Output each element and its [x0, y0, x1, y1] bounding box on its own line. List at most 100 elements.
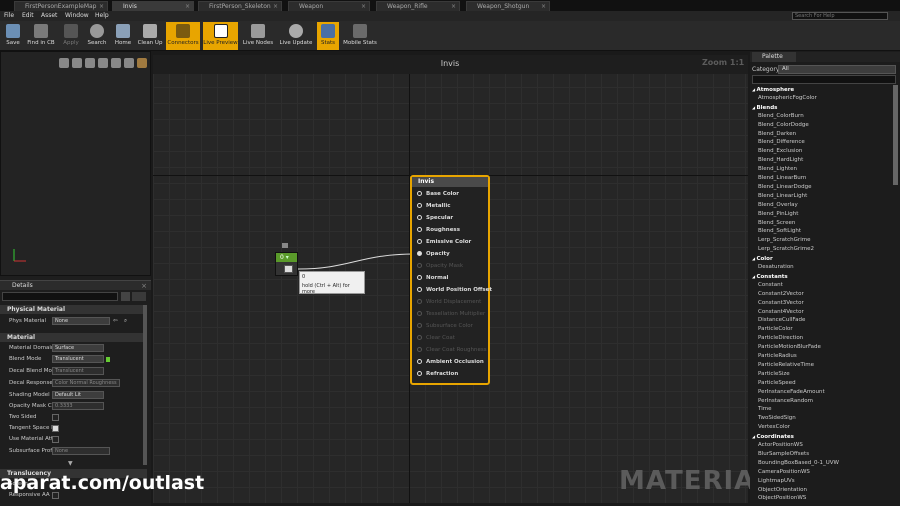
palette-item[interactable]: Blend_Darken: [758, 130, 892, 139]
palette-item[interactable]: ParticleRadius: [758, 352, 892, 361]
palette-item[interactable]: AtmosphericFogColor: [758, 94, 892, 103]
close-icon[interactable]: ×: [361, 2, 366, 11]
stats-toggle[interactable]: Stats: [317, 22, 339, 50]
tab-weapon-shotgun[interactable]: Weapon_Shotgun ×: [466, 1, 550, 11]
palette-item[interactable]: ParticleDirection: [758, 334, 892, 343]
palette-item[interactable]: Blend_ColorDodge: [758, 121, 892, 130]
palette-item[interactable]: ActorPositionWS: [758, 441, 892, 450]
palette-item[interactable]: ObjectPositionWS: [758, 494, 892, 503]
palette-item[interactable]: Constant4Vector4: [758, 308, 892, 317]
subsurface-profile-select[interactable]: None: [52, 447, 110, 455]
tab-weapon[interactable]: Weapon ×: [288, 1, 370, 11]
live-nodes-button[interactable]: Live Nodes: [241, 22, 275, 50]
palette-item[interactable]: LightmapUVs: [758, 477, 892, 486]
close-icon[interactable]: ×: [141, 281, 147, 291]
close-icon[interactable]: ×: [99, 2, 104, 11]
save-button[interactable]: Save: [2, 22, 24, 50]
tab-invis[interactable]: Invis ×: [112, 1, 194, 11]
menu-help[interactable]: Help: [95, 11, 109, 21]
palette-category[interactable]: ◢ Atmosphere: [752, 85, 892, 94]
palette-category[interactable]: ◢ Coordinates: [752, 432, 892, 441]
search-button[interactable]: Search: [86, 22, 108, 50]
find-in-cb-button[interactable]: Find in CB: [26, 22, 56, 50]
palette-tab[interactable]: Palette: [752, 52, 796, 62]
arrow-left-icon[interactable]: ⇦: [113, 316, 118, 327]
live-preview-toggle[interactable]: Live Preview: [203, 22, 238, 50]
details-tab[interactable]: Details ×: [0, 280, 151, 290]
pin-refraction[interactable]: Refraction: [417, 371, 458, 377]
close-icon[interactable]: ×: [185, 2, 190, 11]
palette-item[interactable]: BoundingBoxBased_0-1_UVW: [758, 459, 892, 468]
palette-item[interactable]: VertexColor: [758, 423, 892, 432]
palette-item[interactable]: ParticleSpeed: [758, 379, 892, 388]
help-search-input[interactable]: Search For Help: [792, 12, 888, 20]
pin-opacity-mask[interactable]: Opacity Mask: [417, 263, 463, 269]
cylinder-icon[interactable]: [59, 58, 69, 68]
search-icon[interactable]: ⌕: [124, 316, 127, 327]
shading-model-select[interactable]: Default Lit: [52, 391, 104, 399]
palette-item[interactable]: Blend_Overlay: [758, 201, 892, 210]
sphere-icon[interactable]: [72, 58, 82, 68]
material-preview-viewport[interactable]: [0, 51, 151, 276]
phys-material-select[interactable]: None: [52, 317, 110, 325]
blend-mode-select[interactable]: Translucent: [52, 355, 104, 363]
palette-item[interactable]: Blend_Lighten: [758, 165, 892, 174]
use-material-attributes-checkbox[interactable]: [52, 436, 59, 443]
palette-item[interactable]: Lerp_ScratchGrime: [758, 236, 892, 245]
mobile-stats-button[interactable]: Mobile Stats: [342, 22, 378, 50]
palette-item[interactable]: PerInstanceRandom: [758, 397, 892, 406]
eye-icon[interactable]: [132, 292, 146, 301]
pin-world-displacement[interactable]: World Displacement: [417, 299, 481, 305]
palette-item[interactable]: Constant3Vector3: [758, 299, 892, 308]
menu-file[interactable]: File: [4, 11, 14, 21]
palette-search-input[interactable]: [752, 75, 896, 84]
material-result-node[interactable]: Invis Base Color Metallic Specular Rough…: [410, 175, 492, 385]
palette-category[interactable]: ◢ Constants: [752, 272, 892, 281]
physical-material-section[interactable]: Physical Material: [0, 305, 147, 314]
palette-item[interactable]: Blend_SoftLight: [758, 227, 892, 236]
palette-item[interactable]: ParticleMotionBlurFade: [758, 343, 892, 352]
apply-button[interactable]: Apply: [59, 22, 83, 50]
pin-ambient-occlusion[interactable]: Ambient Occlusion: [417, 359, 484, 365]
mesh-icon[interactable]: [111, 58, 121, 68]
menu-asset[interactable]: Asset: [41, 11, 57, 21]
realtime-icon[interactable]: [137, 58, 147, 68]
palette-item[interactable]: Blend_HardLight: [758, 156, 892, 165]
live-update-button[interactable]: Live Update: [278, 22, 314, 50]
pin-subsurface-color[interactable]: Subsurface Color: [417, 323, 473, 329]
connectors-toggle[interactable]: Connectors: [166, 22, 200, 50]
palette-item[interactable]: ParticleSize: [758, 370, 892, 379]
close-icon[interactable]: ×: [273, 2, 278, 11]
palette-item[interactable]: Lerp_ScratchGrime2: [758, 245, 892, 254]
details-search-input[interactable]: [2, 292, 118, 301]
pin-world-position-offset[interactable]: World Position Offset: [417, 287, 492, 293]
pin-metallic[interactable]: Metallic: [417, 203, 450, 209]
palette-item[interactable]: ParticleColor: [758, 325, 892, 334]
tab-skeleton[interactable]: FirstPerson_Skeleton ×: [198, 1, 282, 11]
palette-item[interactable]: Blend_Screen: [758, 219, 892, 228]
palette-item[interactable]: Blend_Difference: [758, 138, 892, 147]
palette-item[interactable]: Blend_Exclusion: [758, 147, 892, 156]
expand-arrow-icon[interactable]: ▼: [68, 460, 73, 467]
reset-icon[interactable]: [106, 357, 110, 362]
cube-icon[interactable]: [98, 58, 108, 68]
tab-map[interactable]: FirstPersonExampleMap ×: [14, 1, 108, 11]
close-icon[interactable]: ×: [451, 2, 456, 11]
chevron-down-icon[interactable]: ▾: [286, 254, 289, 261]
category-select[interactable]: All: [778, 65, 896, 74]
palette-item[interactable]: Constant2Vector2: [758, 290, 892, 299]
constant-node[interactable]: 0 ▾: [275, 252, 298, 276]
view-options-icon[interactable]: [121, 292, 130, 301]
details-scrollbar[interactable]: [143, 305, 147, 465]
pin-normal[interactable]: Normal: [417, 275, 448, 281]
palette-item[interactable]: Blend_ColorBurn: [758, 112, 892, 121]
menu-edit[interactable]: Edit: [22, 11, 34, 21]
palette-item[interactable]: BlurSampleOffsets: [758, 450, 892, 459]
clean-up-button[interactable]: Clean Up: [136, 22, 164, 50]
palette-item[interactable]: Constant1: [758, 281, 892, 290]
palette-item[interactable]: Blend_PinLight: [758, 210, 892, 219]
pin-tessellation-multiplier[interactable]: Tessellation Multiplier: [417, 311, 485, 317]
decal-blend-mode-select[interactable]: Translucent: [52, 367, 104, 375]
palette-item[interactable]: TwoSidedSign: [758, 414, 892, 423]
plane-icon[interactable]: [85, 58, 95, 68]
